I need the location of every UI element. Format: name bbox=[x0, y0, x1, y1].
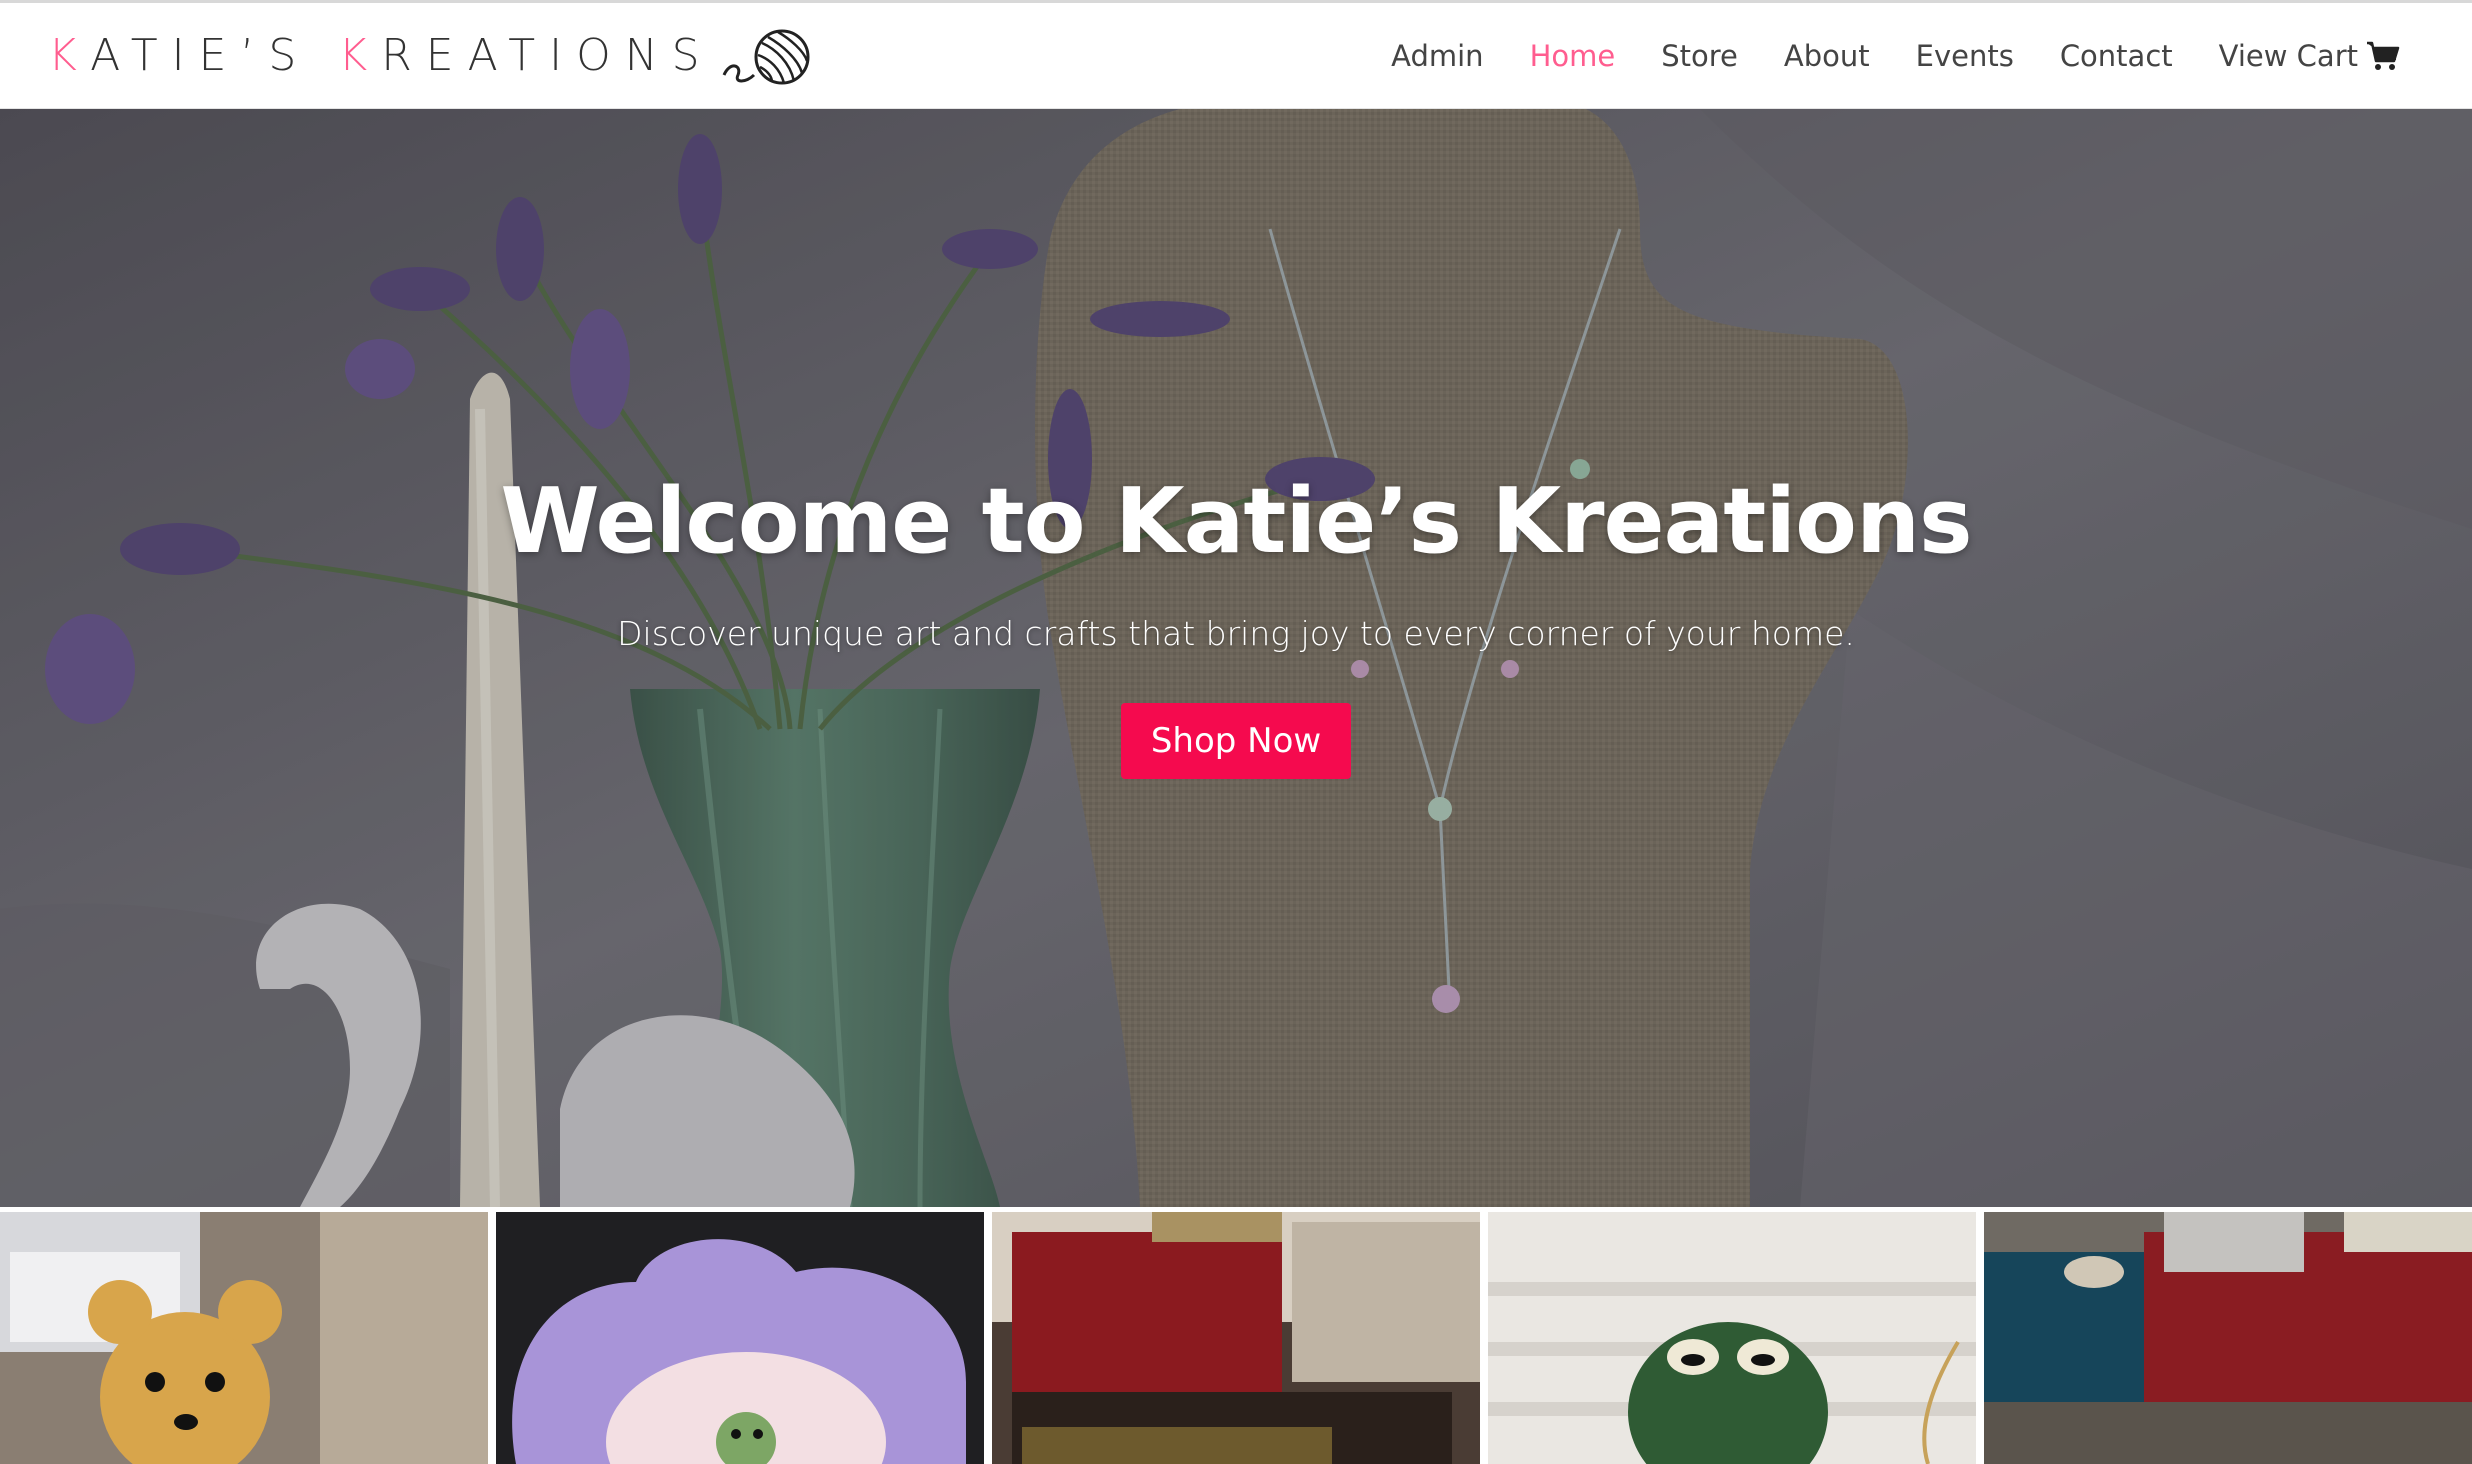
shopping-cart-icon bbox=[2366, 40, 2400, 72]
gallery-item-cloud-mirror[interactable] bbox=[496, 1212, 984, 1464]
gallery-item-crochet-bear[interactable] bbox=[0, 1212, 488, 1464]
nav-store[interactable]: Store bbox=[1661, 39, 1738, 73]
hero-title: Welcome to Katie’s Kreations bbox=[500, 469, 1972, 574]
crochet-frog-photo bbox=[1488, 1212, 1976, 1464]
framed-art-photo bbox=[992, 1212, 1480, 1464]
navbar: KATIE’S KREATIONS Admin Home Store About… bbox=[0, 0, 2472, 109]
shop-now-button[interactable]: Shop Now bbox=[1120, 703, 1352, 779]
product-gallery bbox=[0, 1207, 2472, 1464]
hero-banner: Welcome to Katie’s Kreations Discover un… bbox=[0, 109, 2472, 1207]
cloud-mirror-photo bbox=[496, 1212, 984, 1464]
gallery-item-craft-table[interactable] bbox=[1984, 1212, 2472, 1464]
craft-table-photo bbox=[1984, 1212, 2472, 1464]
brand-initial-first: K bbox=[48, 30, 91, 81]
nav-view-cart[interactable]: View Cart bbox=[2219, 39, 2400, 73]
yarn-ball-icon bbox=[720, 25, 812, 87]
hero-subtitle: Discover unique art and crafts that brin… bbox=[617, 614, 1855, 653]
brand-initial-second: K bbox=[338, 30, 382, 81]
nav-about[interactable]: About bbox=[1784, 39, 1870, 73]
brand-word-second: REATIONS bbox=[381, 30, 714, 81]
cart-label: View Cart bbox=[2218, 38, 2358, 73]
brand-name: KATIE’S KREATIONS bbox=[48, 30, 714, 81]
nav-admin[interactable]: Admin bbox=[1391, 39, 1483, 73]
crochet-bear-photo bbox=[0, 1212, 488, 1464]
nav-events[interactable]: Events bbox=[1916, 39, 2014, 73]
hero-content: Welcome to Katie’s Kreations Discover un… bbox=[0, 469, 2472, 779]
nav-contact[interactable]: Contact bbox=[2060, 39, 2173, 73]
nav-home[interactable]: Home bbox=[1530, 39, 1616, 73]
main-nav: Admin Home Store About Events Contact Vi… bbox=[1391, 39, 2400, 73]
brand-word-first: ATIE’S bbox=[90, 30, 311, 81]
gallery-item-framed-art[interactable] bbox=[992, 1212, 1480, 1464]
gallery-item-crochet-frog[interactable] bbox=[1488, 1212, 1976, 1464]
brand-logo[interactable]: KATIE’S KREATIONS bbox=[48, 25, 812, 87]
